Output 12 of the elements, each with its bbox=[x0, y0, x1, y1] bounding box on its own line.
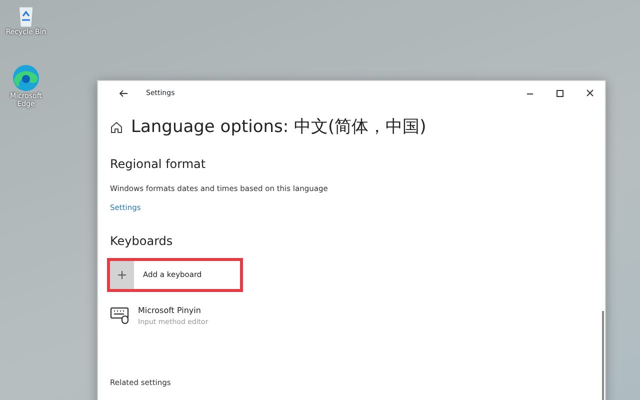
section-heading: Keyboards bbox=[110, 234, 174, 249]
close-icon bbox=[585, 88, 595, 98]
home-icon bbox=[110, 121, 123, 134]
back-arrow-icon bbox=[118, 90, 128, 96]
page-title: Language options: 中文(简体，中国) bbox=[131, 116, 426, 139]
section-heading: Regional format bbox=[110, 156, 207, 171]
edge-browser-icon bbox=[12, 64, 40, 92]
keyboard-name: Microsoft Pinyin bbox=[138, 304, 202, 317]
recycle-bin-icon bbox=[16, 4, 36, 28]
maximize-icon bbox=[555, 88, 565, 98]
plus-icon bbox=[118, 270, 126, 279]
keyboard-icon bbox=[110, 307, 130, 324]
